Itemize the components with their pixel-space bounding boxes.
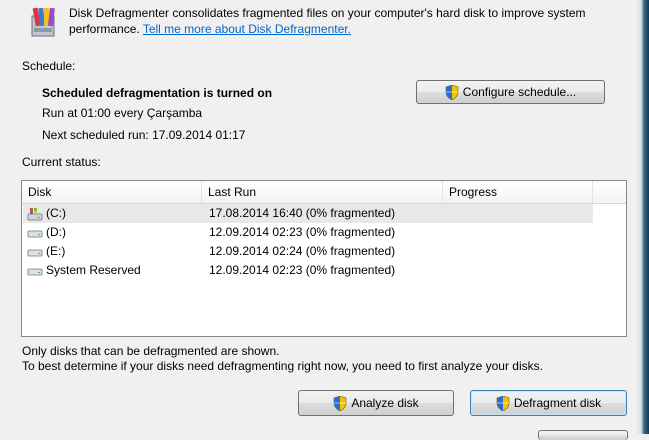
drive-icon [27,268,43,275]
disk-cell: System Reserved [27,261,141,280]
system-drive-icon [27,207,43,220]
intro-text: Disk Defragmenter consolidates fragmente… [69,5,629,37]
defragment-disk-label: Defragment disk [513,396,602,410]
schedule-next-run-text: Next scheduled run: 17.09.2014 01:17 [42,128,246,142]
learn-more-link[interactable]: Tell me more about Disk Defragmenter. [143,22,351,36]
current-status-label: Current status: [22,155,101,169]
column-header-disk[interactable]: Disk [22,181,202,203]
partial-bottom-button[interactable] [538,430,628,440]
schedule-status-title: Scheduled defragmentation is turned on [42,86,273,100]
disk-row-c[interactable]: (C:) 17.08.2014 16:40 (0% fragmented) [23,204,593,223]
disk-name: (D:) [46,225,66,239]
column-header-last-run[interactable]: Last Run [202,181,443,203]
last-run-cell: 12.09.2014 02:23 (0% fragmented) [209,263,396,277]
configure-schedule-label: Configure schedule... [462,85,577,99]
note-defragmentable-disks: Only disks that can be defragmented are … [22,344,280,358]
schedule-section-label: Schedule: [22,59,76,73]
drive-icon [27,249,43,256]
uac-shield-icon [445,84,459,100]
uac-shield-icon [334,395,347,411]
disk-row-system-reserved[interactable]: System Reserved 12.09.2014 02:23 (0% fra… [23,261,593,280]
disk-name: System Reserved [46,263,141,277]
disk-defragmenter-app-icon [31,7,55,37]
disk-name: (E:) [46,244,66,258]
last-run-cell: 12.09.2014 02:24 (0% fragmented) [209,244,396,258]
drive-icon [27,230,43,237]
disk-cell: (D:) [27,223,66,242]
analyze-disk-button[interactable]: Analyze disk [298,390,454,416]
disk-list[interactable]: Disk Last Run Progress (C:) 17.08.2014 1… [21,180,627,337]
list-header: Disk Last Run Progress [22,181,626,204]
note-analyze-first: To best determine if your disks need def… [22,359,543,373]
analyze-disk-label: Analyze disk [351,396,419,410]
window-frame-edge [636,0,649,434]
column-header-progress[interactable]: Progress [443,181,593,203]
disk-row-d[interactable]: (D:) 12.09.2014 02:23 (0% fragmented) [23,223,593,242]
disk-name: (C:) [46,206,66,220]
disk-row-e[interactable]: (E:) 12.09.2014 02:24 (0% fragmented) [23,242,593,261]
last-run-cell: 17.08.2014 16:40 (0% fragmented) [209,206,396,220]
disk-cell: (E:) [27,242,65,261]
defragment-disk-button[interactable]: Defragment disk [470,390,627,416]
uac-shield-icon [496,395,510,411]
last-run-cell: 12.09.2014 02:23 (0% fragmented) [209,225,396,239]
configure-schedule-button[interactable]: Configure schedule... [416,80,605,104]
disk-cell: (C:) [27,204,66,223]
schedule-run-text: Run at 01:00 every Çarşamba [42,106,203,120]
